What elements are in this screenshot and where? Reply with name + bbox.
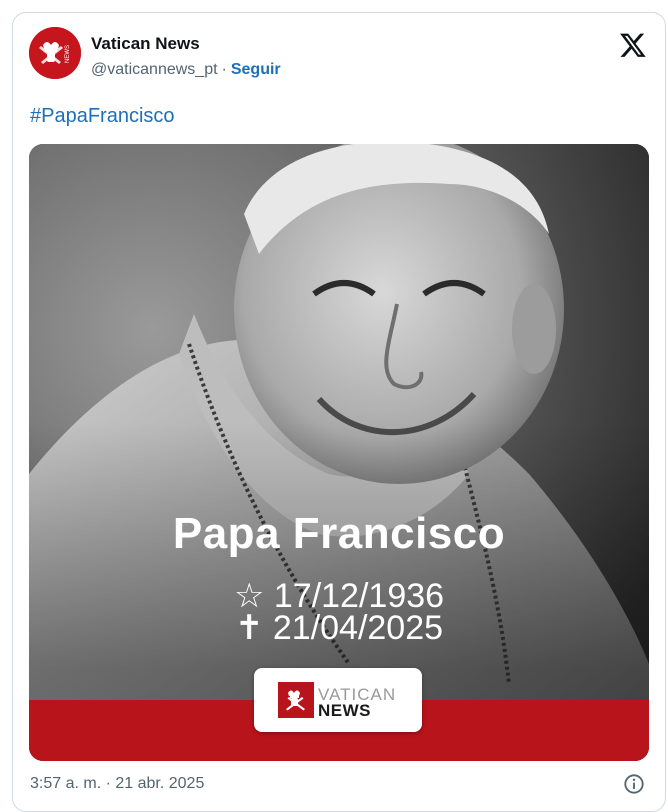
tweet-image[interactable]: Papa Francisco ☆ 17/12/1936 ✝ 21/04/2025… — [29, 144, 649, 761]
author-name[interactable]: Vatican News — [91, 34, 200, 54]
tweet-card: NEWS Vatican News @vaticannews_pt · Segu… — [12, 12, 666, 812]
vatican-emblem-icon — [278, 682, 314, 718]
vatican-news-logo-icon: NEWS — [29, 27, 81, 79]
death-date: ✝ 21/04/2025 — [234, 609, 444, 647]
info-icon[interactable] — [623, 773, 645, 795]
vatican-news-badge: VATICAN NEWS — [254, 668, 422, 732]
meta-separator: · — [221, 61, 227, 78]
svg-text:NEWS: NEWS — [65, 45, 71, 63]
follow-button[interactable]: Seguir — [231, 61, 281, 79]
author-avatar[interactable]: NEWS — [29, 27, 81, 79]
author-handle[interactable]: @vaticannews_pt — [91, 61, 218, 79]
hashtag-link[interactable]: #PapaFrancisco — [30, 105, 175, 128]
x-logo-icon[interactable] — [619, 31, 647, 59]
author-meta: @vaticannews_pt · Seguir — [91, 61, 281, 79]
image-title: Papa Francisco — [172, 509, 506, 558]
logo-text-news: NEWS — [318, 701, 371, 720]
tweet-timestamp[interactable]: 3:57 a. m. · 21 abr. 2025 — [30, 775, 204, 793]
